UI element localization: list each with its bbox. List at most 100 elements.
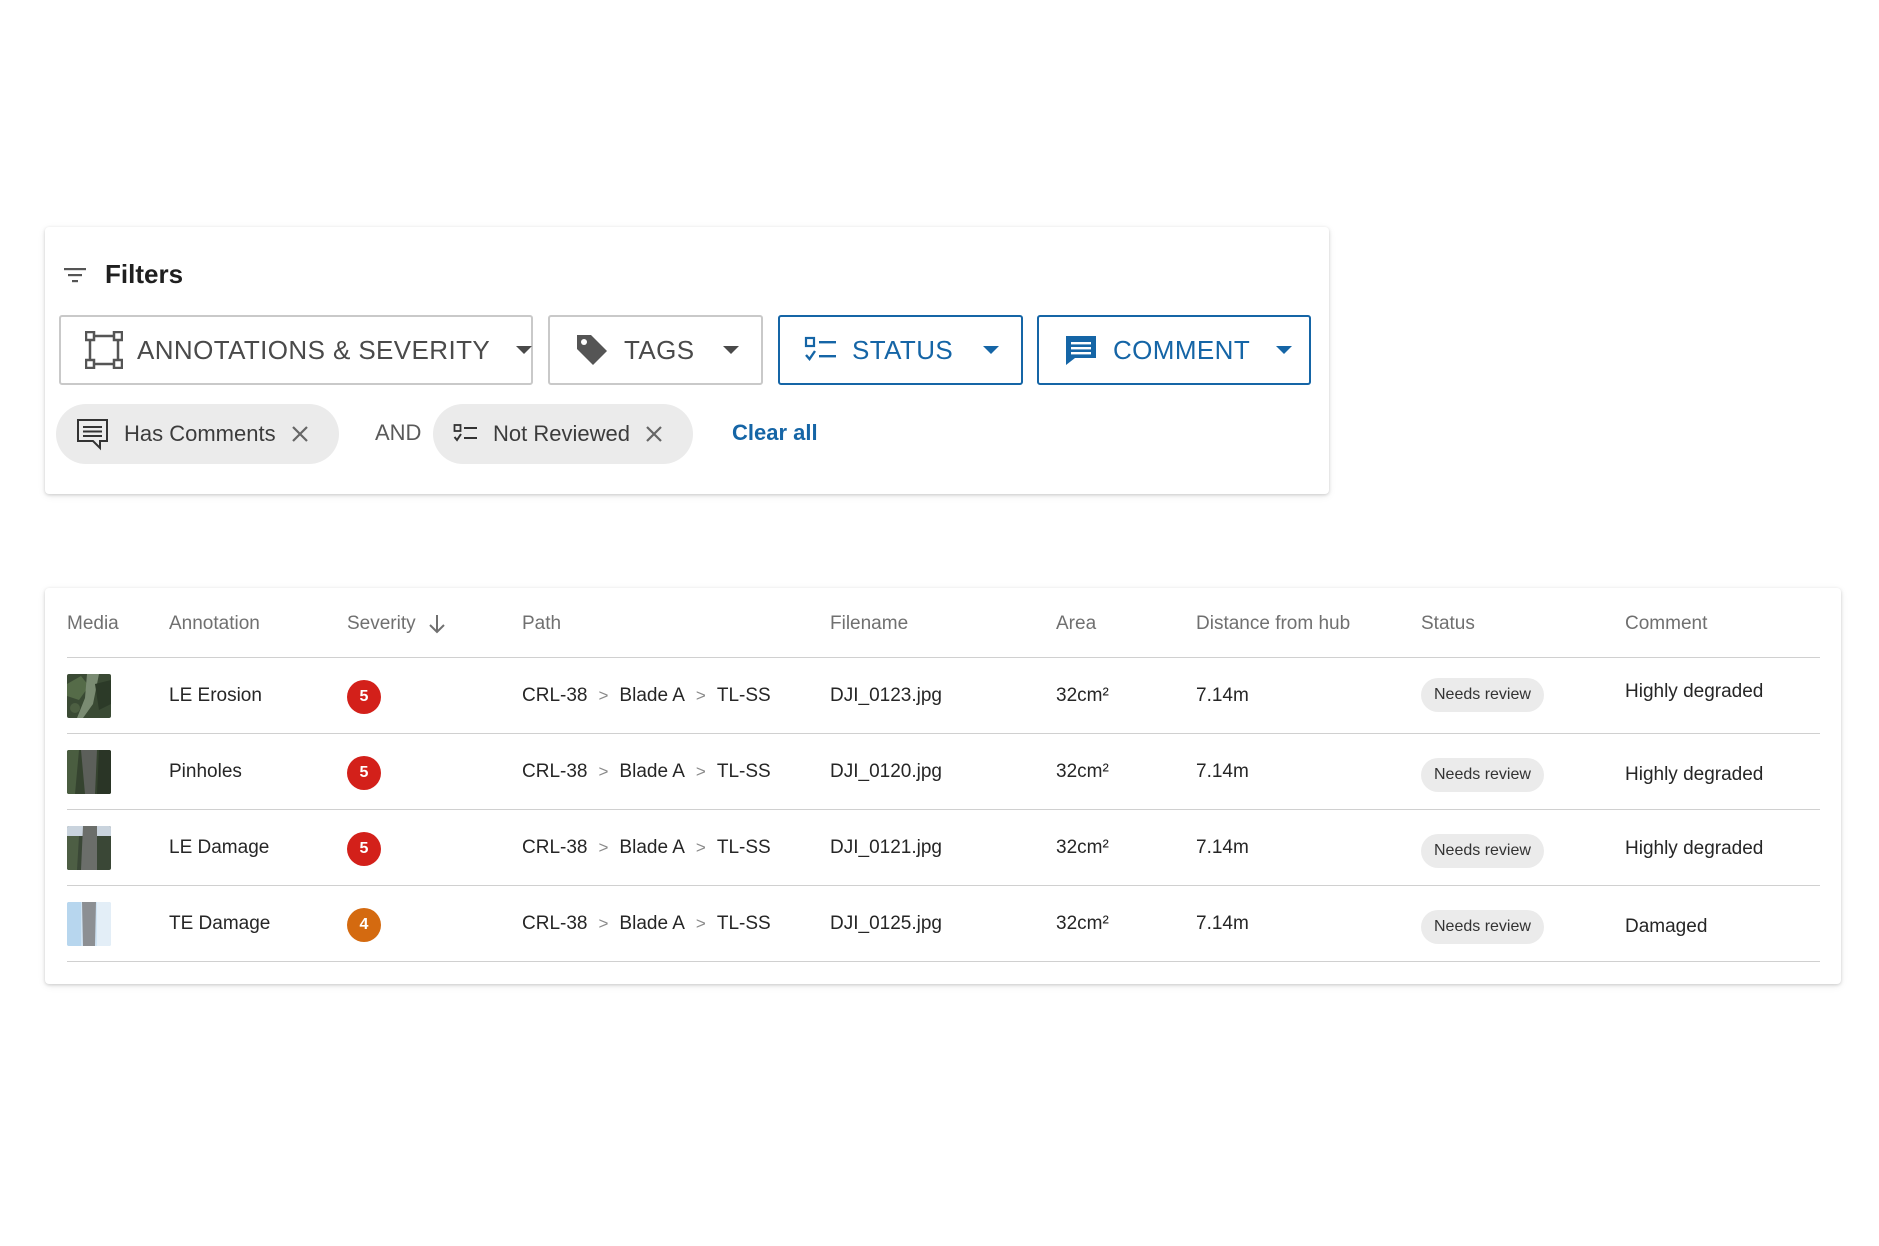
checklist-icon (804, 335, 838, 365)
arrow-down-icon[interactable] (428, 614, 446, 634)
bounding-box-icon (85, 331, 123, 369)
column-header-media[interactable]: Media (67, 613, 119, 635)
close-icon[interactable] (644, 424, 664, 444)
path-segment[interactable]: TL-SS (717, 685, 771, 707)
area-cell: 32cm² (1056, 761, 1109, 782)
close-icon[interactable] (290, 424, 310, 444)
path-segment[interactable]: TL-SS (717, 913, 771, 935)
path-breadcrumb: CRL-38 > Blade A > TL-SS (522, 761, 771, 783)
tags-dropdown[interactable]: TAGS (548, 315, 763, 385)
distance-cell: 7.14m (1196, 837, 1249, 858)
comment-cell: Damaged (1625, 916, 1708, 937)
media-thumbnail[interactable] (67, 902, 111, 946)
chevron-down-icon (516, 346, 533, 354)
column-header-distance[interactable]: Distance from hub (1196, 613, 1350, 635)
area-cell: 32cm² (1056, 837, 1109, 858)
severity-badge: 5 (347, 832, 381, 866)
path-segment[interactable]: CRL-38 (522, 913, 587, 935)
path-separator: > (695, 838, 706, 857)
table-row[interactable]: TE Damage 4 CRL-38 > Blade A > TL-SS DJI_012… (67, 886, 1820, 962)
column-header-area[interactable]: Area (1056, 613, 1096, 635)
path-separator: > (695, 762, 706, 781)
filename-cell: DJI_0121.jpg (830, 837, 942, 858)
dropdown-label: ANNOTATIONS & SEVERITY (137, 334, 491, 365)
chip-label: Has Comments (124, 421, 276, 446)
results-table: Media Annotation Severity Path Filename … (45, 588, 1841, 984)
path-segment[interactable]: TL-SS (717, 761, 771, 783)
chevron-down-icon (723, 346, 739, 354)
path-segment[interactable]: TL-SS (717, 837, 771, 859)
path-separator: > (598, 686, 609, 705)
annotation-cell: TE Damage (169, 913, 271, 934)
filters-title: Filters (105, 259, 184, 289)
path-segment[interactable]: CRL-38 (522, 761, 587, 783)
area-cell: 32cm² (1056, 685, 1109, 706)
comment-icon (1063, 332, 1099, 368)
media-thumbnail[interactable] (67, 750, 111, 794)
table-row[interactable]: LE Erosion 5 CRL-38 > Blade A > TL-SS DJI_01… (67, 658, 1820, 734)
path-separator: > (598, 914, 609, 933)
annotations-severity-dropdown[interactable]: ANNOTATIONS & SEVERITY (59, 315, 533, 385)
clear-all-button[interactable]: Clear all (732, 420, 818, 446)
annotation-cell: LE Erosion (169, 685, 262, 706)
filters-panel: Filters ANNOTATIONS & SEVERITY TAGS STAT… (45, 227, 1329, 494)
chip-label: Not Reviewed (493, 421, 630, 446)
status-badge: Needs review (1421, 678, 1544, 712)
path-segment[interactable]: Blade A (619, 837, 685, 859)
path-separator: > (598, 762, 609, 781)
path-breadcrumb: CRL-38 > Blade A > TL-SS (522, 837, 771, 859)
comment-cell: Highly degraded (1625, 681, 1764, 702)
filename-cell: DJI_0125.jpg (830, 913, 942, 934)
column-header-filename[interactable]: Filename (830, 613, 908, 635)
column-header-label: Severity (347, 613, 416, 634)
filename-cell: DJI_0123.jpg (830, 685, 942, 706)
dropdown-label: STATUS (852, 334, 954, 365)
column-header-annotation[interactable]: Annotation (169, 613, 260, 635)
status-badge: Needs review (1421, 834, 1544, 868)
distance-cell: 7.14m (1196, 913, 1249, 934)
path-separator: > (598, 838, 609, 857)
area-cell: 32cm² (1056, 913, 1109, 934)
path-separator: > (695, 914, 706, 933)
chip-has-comments[interactable]: Has Comments (56, 404, 339, 464)
comment-cell: Highly degraded (1625, 838, 1764, 859)
dropdown-label: TAGS (624, 334, 695, 365)
table-header: Media Annotation Severity Path Filename … (67, 588, 1820, 658)
path-segment[interactable]: Blade A (619, 761, 685, 783)
comment-dropdown[interactable]: COMMENT (1037, 315, 1311, 385)
chevron-down-icon (1276, 346, 1293, 354)
path-segment[interactable]: Blade A (619, 685, 685, 707)
distance-cell: 7.14m (1196, 685, 1249, 706)
filters-header: Filters (63, 259, 183, 290)
media-thumbnail[interactable] (67, 674, 111, 718)
column-header-status[interactable]: Status (1421, 613, 1475, 635)
column-header-severity[interactable]: Severity (347, 613, 446, 635)
tag-icon (574, 332, 610, 368)
path-separator: > (695, 686, 706, 705)
severity-badge: 5 (347, 756, 381, 790)
table-row[interactable]: Pinholes 5 CRL-38 > Blade A > TL-SS DJI_0120… (67, 734, 1820, 810)
filter-list-icon (63, 265, 87, 285)
column-header-path[interactable]: Path (522, 613, 561, 635)
path-segment[interactable]: Blade A (619, 913, 685, 935)
severity-badge: 5 (347, 680, 381, 714)
table-row[interactable]: LE Damage 5 CRL-38 > Blade A > TL-SS DJI_012… (67, 810, 1820, 886)
severity-badge: 4 (347, 908, 381, 942)
checklist-icon (453, 423, 479, 445)
status-badge: Needs review (1421, 758, 1544, 792)
path-segment[interactable]: CRL-38 (522, 837, 587, 859)
status-badge: Needs review (1421, 910, 1544, 944)
filename-cell: DJI_0120.jpg (830, 761, 942, 782)
annotation-cell: LE Damage (169, 837, 270, 858)
column-header-comment[interactable]: Comment (1625, 613, 1707, 635)
path-segment[interactable]: CRL-38 (522, 685, 587, 707)
path-breadcrumb: CRL-38 > Blade A > TL-SS (522, 913, 771, 935)
status-dropdown[interactable]: STATUS (778, 315, 1023, 385)
chip-not-reviewed[interactable]: Not Reviewed (433, 404, 693, 464)
media-thumbnail[interactable] (67, 826, 111, 870)
path-breadcrumb: CRL-38 > Blade A > TL-SS (522, 685, 771, 707)
annotation-cell: Pinholes (169, 761, 242, 782)
dropdown-label: COMMENT (1113, 334, 1251, 365)
distance-cell: 7.14m (1196, 761, 1249, 782)
filter-operator: AND (375, 420, 422, 445)
